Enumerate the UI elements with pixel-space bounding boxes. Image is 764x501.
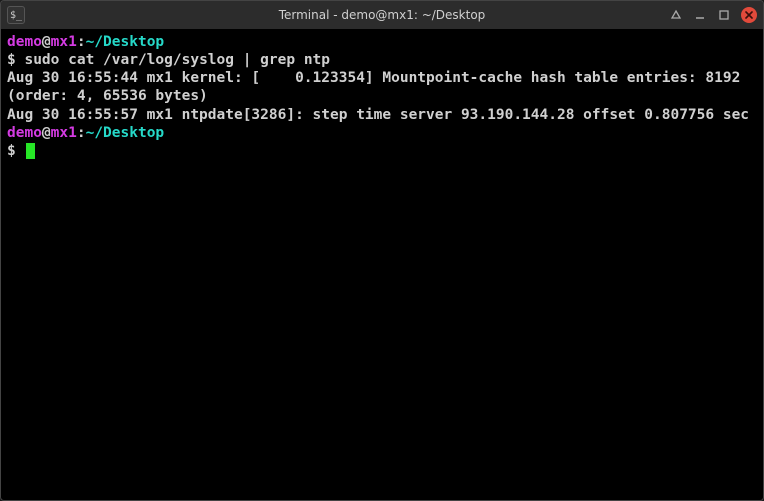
- close-button[interactable]: [741, 7, 757, 23]
- prompt-dollar: $: [7, 52, 24, 68]
- prompt-path: ~/Desktop: [86, 34, 165, 50]
- command-line: $: [7, 142, 757, 160]
- window-keep-above-icon[interactable]: [669, 8, 683, 22]
- window-controls: [657, 7, 757, 23]
- prompt-dollar: $: [7, 143, 24, 159]
- prompt-path: ~/Desktop: [86, 125, 165, 141]
- prompt-user: demo: [7, 34, 42, 50]
- command-line: $ sudo cat /var/log/syslog | grep ntp: [7, 51, 757, 69]
- window-title: Terminal - demo@mx1: ~/Desktop: [107, 8, 657, 22]
- terminal-body[interactable]: demo@mx1:~/Desktop $ sudo cat /var/log/s…: [1, 29, 763, 500]
- prompt-host: mx1: [51, 34, 77, 50]
- maximize-button[interactable]: [717, 8, 731, 22]
- output-line: Aug 30 16:55:44 mx1 kernel: [ 0.123354] …: [7, 69, 757, 105]
- titlebar-left: $_: [7, 6, 107, 24]
- prompt-at: @: [42, 34, 51, 50]
- titlebar[interactable]: $_ Terminal - demo@mx1: ~/Desktop: [1, 1, 763, 29]
- command-text: sudo cat /var/log/syslog | grep ntp: [24, 52, 330, 68]
- output-line: Aug 30 16:55:57 mx1 ntpdate[3286]: step …: [7, 106, 757, 124]
- prompt-colon: :: [77, 125, 86, 141]
- prompt-at: @: [42, 125, 51, 141]
- prompt-colon: :: [77, 34, 86, 50]
- prompt-line: demo@mx1:~/Desktop: [7, 124, 757, 142]
- prompt-line: demo@mx1:~/Desktop: [7, 33, 757, 51]
- terminal-window: $_ Terminal - demo@mx1: ~/Desktop demo@m…: [0, 0, 764, 501]
- terminal-app-icon: $_: [7, 6, 25, 24]
- minimize-button[interactable]: [693, 8, 707, 22]
- cursor-block: [26, 143, 35, 159]
- prompt-user: demo: [7, 125, 42, 141]
- prompt-host: mx1: [51, 125, 77, 141]
